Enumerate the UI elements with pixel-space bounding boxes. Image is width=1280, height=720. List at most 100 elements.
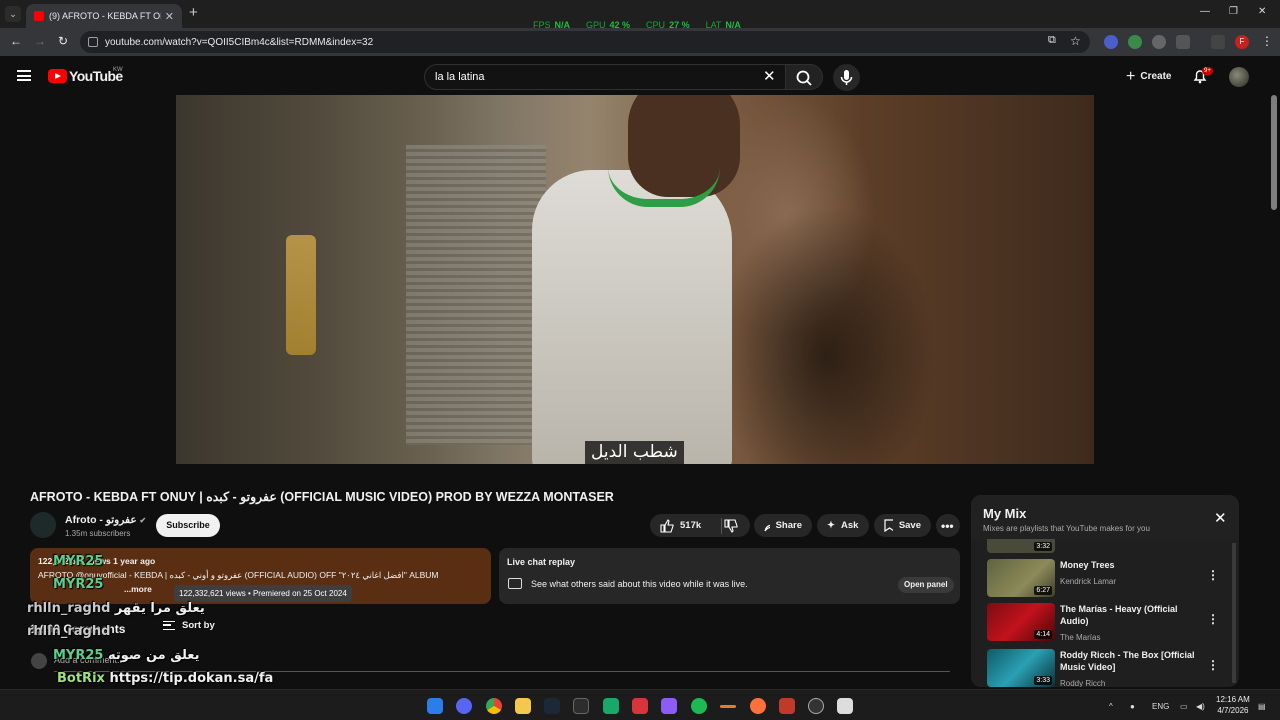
more-horiz-icon: ••• bbox=[941, 518, 954, 533]
channel-avatar[interactable] bbox=[30, 512, 56, 538]
shield-extension-icon[interactable] bbox=[1152, 35, 1166, 49]
open-panel-button[interactable]: Open panel bbox=[898, 577, 954, 593]
tray-volume-icon[interactable]: ◀) bbox=[1196, 702, 1205, 711]
share-arrow-icon bbox=[764, 524, 770, 531]
media-controls-icon[interactable] bbox=[1211, 35, 1225, 49]
mix-item[interactable]: 3:33 Roddy Ricch - The Box [Official Mus… bbox=[987, 649, 1227, 687]
new-tab-button[interactable]: + bbox=[189, 4, 198, 21]
chat-bubble-icon bbox=[508, 578, 522, 589]
bookmark-star-icon[interactable]: ☆ bbox=[1070, 34, 1081, 48]
chat-overlay-line: rhlln_raghd bbox=[27, 624, 111, 639]
chat-overlay-line: MYR25 bbox=[53, 554, 104, 569]
firefox-icon[interactable] bbox=[750, 698, 766, 714]
restore-button[interactable]: ❐ bbox=[1229, 6, 1238, 17]
my-mix-title: My Mix bbox=[983, 506, 1027, 521]
save-button[interactable]: Save bbox=[874, 514, 931, 537]
search-icon bbox=[796, 70, 812, 86]
thumbs-up-icon bbox=[660, 518, 674, 533]
file-explorer-icon[interactable] bbox=[515, 698, 531, 714]
notification-center-icon[interactable]: ▤ bbox=[1258, 702, 1266, 711]
browser-tab-active[interactable]: (9) AFROTO - KEBDA FT ONUY | عفروتو - كب… bbox=[26, 4, 182, 28]
app-icon-orange[interactable] bbox=[720, 705, 736, 708]
address-bar[interactable]: youtube.com/watch?v=QOII5CIBm4c&list=RDM… bbox=[80, 31, 1090, 53]
create-button[interactable]: + Create bbox=[1120, 64, 1176, 89]
live-chat-description: See what others said about this video wh… bbox=[531, 579, 748, 589]
app-icon-red[interactable] bbox=[632, 698, 648, 714]
dislike-button[interactable] bbox=[714, 514, 750, 537]
mix-thumbnail: 4:14 bbox=[987, 603, 1055, 641]
microphone-icon bbox=[840, 70, 853, 85]
tab-close-icon[interactable]: ✕ bbox=[165, 10, 174, 23]
channel-name[interactable]: Afroto - عفروتو ✔ bbox=[65, 514, 146, 526]
profile-avatar[interactable]: F bbox=[1235, 35, 1249, 49]
window-close-button[interactable]: ✕ bbox=[1258, 6, 1266, 17]
youtube-logo-icon[interactable] bbox=[48, 69, 67, 83]
whatsapp-icon[interactable] bbox=[603, 698, 619, 714]
chat-overlay-line: MYR25 bbox=[53, 577, 104, 592]
forward-button[interactable]: → bbox=[34, 34, 46, 48]
country-code: KW bbox=[113, 67, 123, 73]
subscribe-button[interactable]: Subscribe bbox=[156, 514, 220, 537]
tray-mic-icon[interactable]: ● bbox=[1130, 702, 1135, 711]
tray-overflow-icon[interactable]: ^ bbox=[1109, 702, 1113, 711]
close-icon[interactable]: ✕ bbox=[1214, 509, 1227, 527]
video-caption: شطب الديل bbox=[585, 441, 684, 464]
tab-title: (9) AFROTO - KEBDA FT ONUY | عفروتو - كب… bbox=[49, 10, 161, 21]
commenter-avatar bbox=[31, 653, 47, 669]
more-actions-button[interactable]: ••• bbox=[936, 514, 960, 537]
sort-by-button[interactable]: Sort by bbox=[163, 620, 215, 631]
install-app-icon[interactable]: ⧉ bbox=[1048, 34, 1056, 47]
share-button[interactable]: Share bbox=[754, 514, 812, 537]
mix-item[interactable]: 4:14 The Marías - Heavy (Official Audio)… bbox=[987, 603, 1227, 643]
extension-icon-2[interactable] bbox=[1128, 35, 1142, 49]
chrome-menu-icon[interactable]: ⋮ bbox=[1261, 34, 1273, 48]
bookmark-icon bbox=[884, 519, 893, 532]
account-avatar[interactable] bbox=[1229, 67, 1249, 87]
mix-item-partial[interactable]: 3:32 bbox=[987, 539, 1227, 553]
chat-overlay-line: rhlln_raghd يعلق مرا يقهر bbox=[27, 601, 205, 616]
guide-menu-icon[interactable] bbox=[17, 70, 31, 81]
page-scrollbar[interactable] bbox=[1271, 95, 1277, 210]
subscriber-count: 1.35m subscribers bbox=[65, 529, 131, 538]
more-vert-icon[interactable]: ⋮ bbox=[1207, 568, 1219, 582]
more-vert-icon[interactable]: ⋮ bbox=[1207, 612, 1219, 626]
search-button[interactable] bbox=[786, 64, 823, 90]
youtube-favicon-icon bbox=[34, 11, 44, 21]
app-icon-white[interactable] bbox=[837, 698, 853, 714]
reload-button[interactable]: ↻ bbox=[58, 34, 68, 48]
xbox-icon[interactable] bbox=[573, 698, 589, 714]
discord-icon[interactable] bbox=[456, 698, 472, 714]
back-button[interactable]: ← bbox=[10, 34, 22, 48]
spotify-icon[interactable] bbox=[691, 698, 707, 714]
live-chat-title: Live chat replay bbox=[507, 557, 576, 567]
mix-scrollbar[interactable] bbox=[1232, 543, 1236, 683]
clear-search-icon[interactable]: ✕ bbox=[763, 67, 776, 85]
description-more-link[interactable]: ...more bbox=[124, 584, 152, 594]
taskbar-clock[interactable]: 12:16 AM 4/7/2026 bbox=[1216, 694, 1250, 716]
extension-icon-1[interactable] bbox=[1104, 35, 1118, 49]
search-input[interactable]: la la latina bbox=[424, 64, 786, 90]
chrome-icon[interactable] bbox=[486, 698, 502, 714]
video-title: AFROTO - KEBDA FT ONUY | عفروتو - كبده (… bbox=[30, 490, 614, 504]
my-mix-subtitle: Mixes are playlists that YouTube makes f… bbox=[983, 524, 1150, 533]
voice-search-button[interactable] bbox=[833, 64, 860, 91]
live-chat-replay-card: Live chat replay See what others said ab… bbox=[499, 548, 960, 604]
tab-search-button[interactable]: ⌄ bbox=[5, 6, 21, 22]
start-windows-icon[interactable] bbox=[427, 698, 443, 714]
app-icon-dark-red[interactable] bbox=[779, 698, 795, 714]
language-indicator[interactable]: ENG bbox=[1152, 702, 1169, 711]
tray-network-icon[interactable]: ▭ bbox=[1180, 702, 1188, 711]
video-frame-shutter bbox=[406, 145, 546, 445]
mix-item-title: Money Trees bbox=[1060, 560, 1115, 570]
sparkle-icon: ✦ bbox=[827, 520, 835, 531]
video-player[interactable] bbox=[176, 95, 1094, 464]
more-vert-icon[interactable]: ⋮ bbox=[1207, 658, 1219, 672]
extensions-puzzle-icon[interactable] bbox=[1176, 35, 1190, 49]
steam-icon[interactable] bbox=[544, 698, 560, 714]
app-icon-circle[interactable] bbox=[808, 698, 824, 714]
app-icon-purple[interactable] bbox=[661, 698, 677, 714]
site-info-icon[interactable] bbox=[88, 37, 98, 47]
minimize-button[interactable]: — bbox=[1200, 6, 1210, 17]
mix-item[interactable]: 6:27 Money Trees Kendrick Lamar ⋮ bbox=[987, 559, 1227, 599]
ask-button[interactable]: ✦ Ask bbox=[817, 514, 869, 537]
